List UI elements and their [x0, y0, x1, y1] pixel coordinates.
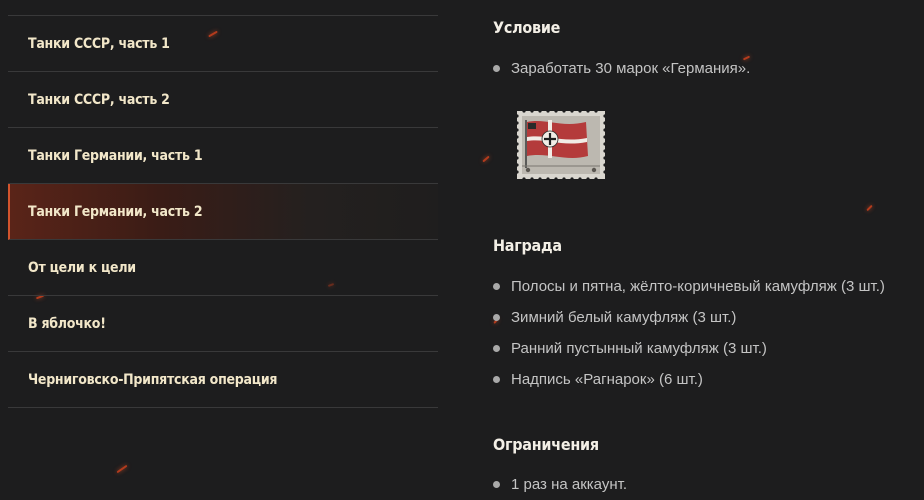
sidebar-item-chernigov-pripyat-operation[interactable]: Черниговско-Припятская операция — [8, 352, 438, 408]
list-item: 1 раз на аккаунт. — [493, 469, 924, 500]
condition-list: Заработать 30 марок «Германия». — [493, 53, 924, 84]
ember-spark — [482, 155, 490, 163]
list-item: Полосы и пятна, жёлто-коричневый камуфля… — [493, 271, 924, 302]
sidebar-item-label: Танки Германии, часть 2 — [28, 203, 203, 220]
reward-heading: Награда — [493, 236, 562, 255]
sidebar-item-bullseye[interactable]: В яблочко! — [8, 296, 438, 352]
sidebar-item-label: В яблочко! — [28, 315, 106, 332]
page: Танки СССР, часть 1 Танки СССР, часть 2 … — [0, 0, 924, 500]
reward-text: Надпись «Рагнарок» (6 шт.) — [511, 371, 703, 388]
sidebar-item-target-to-target[interactable]: От цели к цели — [8, 240, 438, 296]
sidebar-item-germany-tanks-part-2[interactable]: Танки Германии, часть 2 — [8, 184, 438, 240]
condition-text: Заработать 30 марок «Германия». — [511, 60, 751, 77]
sidebar-item-label: Черниговско-Припятская операция — [28, 371, 278, 388]
bullet-icon — [493, 345, 500, 352]
sidebar-item-germany-tanks-part-1[interactable]: Танки Германии, часть 1 — [8, 128, 438, 184]
list-item: Зимний белый камуфляж (3 шт.) — [493, 302, 924, 333]
sidebar-item-label: От цели к цели — [28, 259, 136, 276]
reward-text: Ранний пустынный камуфляж (3 шт.) — [511, 340, 767, 357]
bullet-icon — [493, 314, 500, 321]
bullet-icon — [493, 283, 500, 290]
list-item: Надпись «Рагнарок» (6 шт.) — [493, 364, 924, 395]
list-item: Заработать 30 марок «Германия». — [493, 53, 924, 84]
bullet-icon — [493, 65, 500, 72]
limits-text: 1 раз на аккаунт. — [511, 476, 627, 493]
condition-heading: Условие — [493, 18, 561, 37]
limits-list: 1 раз на аккаунт. — [493, 469, 924, 500]
reward-list: Полосы и пятна, жёлто-коричневый камуфля… — [493, 271, 924, 395]
bullet-icon — [493, 481, 500, 488]
limits-heading: Ограничения — [493, 435, 599, 454]
germany-flag-stamp-icon — [515, 109, 607, 181]
bullet-icon — [493, 376, 500, 383]
mission-sidebar: Танки СССР, часть 1 Танки СССР, часть 2 … — [8, 0, 438, 500]
sidebar-item-label: Танки Германии, часть 1 — [28, 147, 203, 164]
reward-text: Полосы и пятна, жёлто-коричневый камуфля… — [511, 278, 885, 295]
reward-text: Зимний белый камуфляж (3 шт.) — [511, 309, 737, 326]
sidebar-item-ussr-tanks-part-2[interactable]: Танки СССР, часть 2 — [8, 72, 438, 128]
sidebar-item-ussr-tanks-part-1[interactable]: Танки СССР, часть 1 — [8, 16, 438, 72]
mission-details: Условие Заработать 30 марок «Германия». — [493, 0, 924, 500]
sidebar-item-label: Танки СССР, часть 2 — [28, 91, 170, 108]
sidebar-item-label: Танки СССР, часть 1 — [28, 35, 170, 52]
sidebar-list: Танки СССР, часть 1 Танки СССР, часть 2 … — [8, 16, 438, 408]
list-item: Ранний пустынный камуфляж (3 шт.) — [493, 333, 924, 364]
